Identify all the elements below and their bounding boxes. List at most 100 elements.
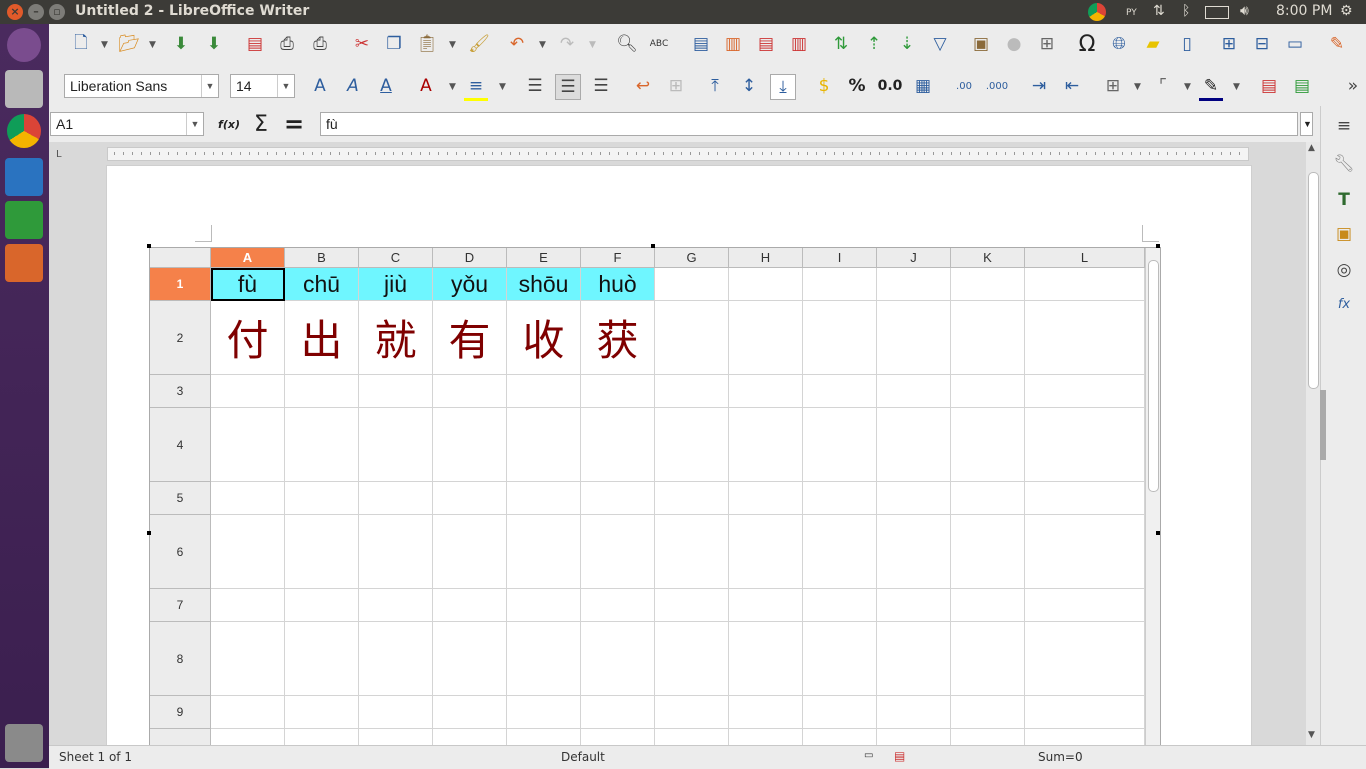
grid-cell[interactable] bbox=[433, 696, 507, 729]
grid-cell[interactable] bbox=[803, 375, 877, 408]
grid-cell[interactable] bbox=[729, 268, 803, 301]
tab-stop-icon[interactable]: L bbox=[56, 149, 62, 160]
grid-cell[interactable] bbox=[951, 622, 1025, 696]
grid-cell[interactable] bbox=[507, 375, 581, 408]
paste-icon[interactable]: 📋︎ bbox=[415, 32, 439, 56]
grid-cell[interactable] bbox=[507, 622, 581, 696]
decrease-indent-icon[interactable]: ⇤ bbox=[1060, 74, 1084, 98]
grid-cell[interactable] bbox=[359, 482, 433, 515]
grid-cell[interactable] bbox=[211, 622, 285, 696]
wrap-text-icon[interactable]: ↩ bbox=[631, 74, 655, 98]
functions-icon[interactable]: fx bbox=[1332, 292, 1356, 316]
grid-cell[interactable] bbox=[507, 482, 581, 515]
save-as-icon[interactable]: ⬇ bbox=[202, 32, 226, 56]
sort-icon[interactable]: ⇅ bbox=[829, 32, 853, 56]
navigator-icon[interactable]: ◎ bbox=[1332, 258, 1356, 282]
print-icon[interactable]: ⎙ bbox=[275, 32, 299, 56]
italic-icon[interactable]: A bbox=[341, 74, 365, 98]
align-center-icon[interactable]: ☰ bbox=[555, 74, 581, 100]
trash-icon[interactable] bbox=[5, 724, 43, 762]
system-settings-icon[interactable]: ⚙ bbox=[1340, 3, 1353, 19]
row-header[interactable]: 9 bbox=[150, 696, 211, 729]
chrome-icon[interactable] bbox=[7, 114, 41, 148]
function-wizard-icon[interactable]: f(x) bbox=[217, 112, 241, 136]
print-preview-icon[interactable]: ⎙ bbox=[308, 32, 332, 56]
border-style-dropdown-icon[interactable]: ▼ bbox=[1184, 82, 1191, 92]
gallery-icon[interactable]: ▣ bbox=[1332, 222, 1356, 246]
grid-cell[interactable] bbox=[803, 268, 877, 301]
borders-icon[interactable]: ⊞ bbox=[1101, 74, 1125, 98]
expand-formula-icon[interactable]: ▼ bbox=[1300, 112, 1313, 136]
open-dropdown-icon[interactable]: ▼ bbox=[149, 40, 156, 50]
font-size-combo[interactable]: 14 ▼ bbox=[230, 74, 295, 98]
grid-cell[interactable] bbox=[877, 589, 951, 622]
increase-indent-icon[interactable]: ⇥ bbox=[1027, 74, 1051, 98]
grid-cell[interactable] bbox=[877, 482, 951, 515]
redo-dropdown-icon[interactable]: ▼ bbox=[589, 40, 596, 50]
hyperlink-icon[interactable]: 🌐︎ bbox=[1107, 32, 1131, 56]
new-dropdown-icon[interactable]: ▼ bbox=[101, 40, 108, 50]
formula-input[interactable]: fù bbox=[320, 112, 1298, 136]
grid-cell[interactable] bbox=[507, 696, 581, 729]
cell-b1[interactable]: chū bbox=[285, 268, 359, 301]
spelling-icon[interactable]: ABC bbox=[647, 32, 671, 56]
input-method-icon[interactable]: PY bbox=[1126, 8, 1137, 18]
column-header[interactable]: C bbox=[359, 248, 433, 268]
grid-cell[interactable] bbox=[803, 515, 877, 589]
align-bottom-icon[interactable]: ⤓ bbox=[770, 74, 796, 100]
grid-cell[interactable] bbox=[803, 589, 877, 622]
name-box[interactable]: A1 ▼ bbox=[50, 112, 204, 136]
sort-descending-icon[interactable]: ⇣ bbox=[895, 32, 919, 56]
column-header[interactable]: K bbox=[951, 248, 1025, 268]
font-name-combo[interactable]: Liberation Sans ▼ bbox=[64, 74, 219, 98]
undo-icon[interactable]: ↶ bbox=[505, 32, 529, 56]
paste-dropdown-icon[interactable]: ▼ bbox=[449, 40, 456, 50]
sidebar-menu-icon[interactable]: ≡ bbox=[1332, 114, 1356, 138]
chrome-tray-icon[interactable] bbox=[1088, 3, 1106, 21]
grid-cell[interactable] bbox=[729, 589, 803, 622]
column-header[interactable]: E bbox=[507, 248, 581, 268]
show-draw-functions-icon[interactable]: ✎ bbox=[1325, 32, 1349, 56]
currency-format-icon[interactable]: $ bbox=[812, 74, 836, 98]
grid-cell[interactable] bbox=[729, 301, 803, 375]
export-pdf-icon[interactable]: ▤ bbox=[243, 32, 267, 56]
grid-cell[interactable] bbox=[877, 375, 951, 408]
grid-cell[interactable] bbox=[359, 515, 433, 589]
row-header[interactable]: 6 bbox=[150, 515, 211, 589]
vertical-scrollbar[interactable]: ▲ ▼ bbox=[1306, 142, 1320, 745]
name-box-dropdown-icon[interactable]: ▼ bbox=[186, 113, 203, 135]
grid-cell[interactable] bbox=[655, 375, 729, 408]
insert-chart-icon[interactable]: ● bbox=[1002, 32, 1026, 56]
cell-e2[interactable]: 收 bbox=[507, 301, 581, 375]
row-header[interactable]: 1 bbox=[150, 268, 211, 301]
delete-columns-icon[interactable]: ▥ bbox=[787, 32, 811, 56]
grid-cell[interactable] bbox=[655, 622, 729, 696]
object-handle[interactable] bbox=[1156, 531, 1160, 535]
font-name-dropdown-icon[interactable]: ▼ bbox=[201, 75, 218, 97]
grid-cell[interactable] bbox=[211, 375, 285, 408]
cell-d1[interactable]: yǒu bbox=[433, 268, 507, 301]
horizontal-ruler[interactable] bbox=[107, 147, 1249, 161]
align-right-icon[interactable]: ☰ bbox=[589, 74, 613, 98]
column-header[interactable]: L bbox=[1025, 248, 1145, 268]
date-format-icon[interactable]: ▦ bbox=[911, 74, 935, 98]
grid-cell[interactable] bbox=[877, 696, 951, 729]
grid-cell[interactable] bbox=[507, 408, 581, 482]
border-color-dropdown-icon[interactable]: ▼ bbox=[1233, 82, 1240, 92]
grid-cell[interactable] bbox=[951, 408, 1025, 482]
select-all-corner[interactable] bbox=[150, 248, 211, 268]
grid-cell[interactable] bbox=[1025, 268, 1145, 301]
grid-cell[interactable] bbox=[1025, 482, 1145, 515]
clone-formatting-icon[interactable]: 🖌︎ bbox=[467, 32, 491, 56]
page-style[interactable]: Default bbox=[561, 750, 605, 764]
grid-cell[interactable] bbox=[729, 375, 803, 408]
sheet-scroll-thumb[interactable] bbox=[1148, 260, 1159, 492]
conditional-format-2-icon[interactable]: ▤ bbox=[1290, 74, 1314, 98]
grid-cell[interactable] bbox=[655, 301, 729, 375]
scroll-thumb[interactable] bbox=[1308, 172, 1319, 389]
object-handle[interactable] bbox=[651, 244, 655, 248]
percent-format-icon[interactable]: % bbox=[845, 74, 869, 98]
split-window-icon[interactable]: ▭ bbox=[1283, 32, 1307, 56]
cell-a1[interactable]: fù bbox=[211, 268, 285, 301]
cut-icon[interactable]: ✂ bbox=[350, 32, 374, 56]
